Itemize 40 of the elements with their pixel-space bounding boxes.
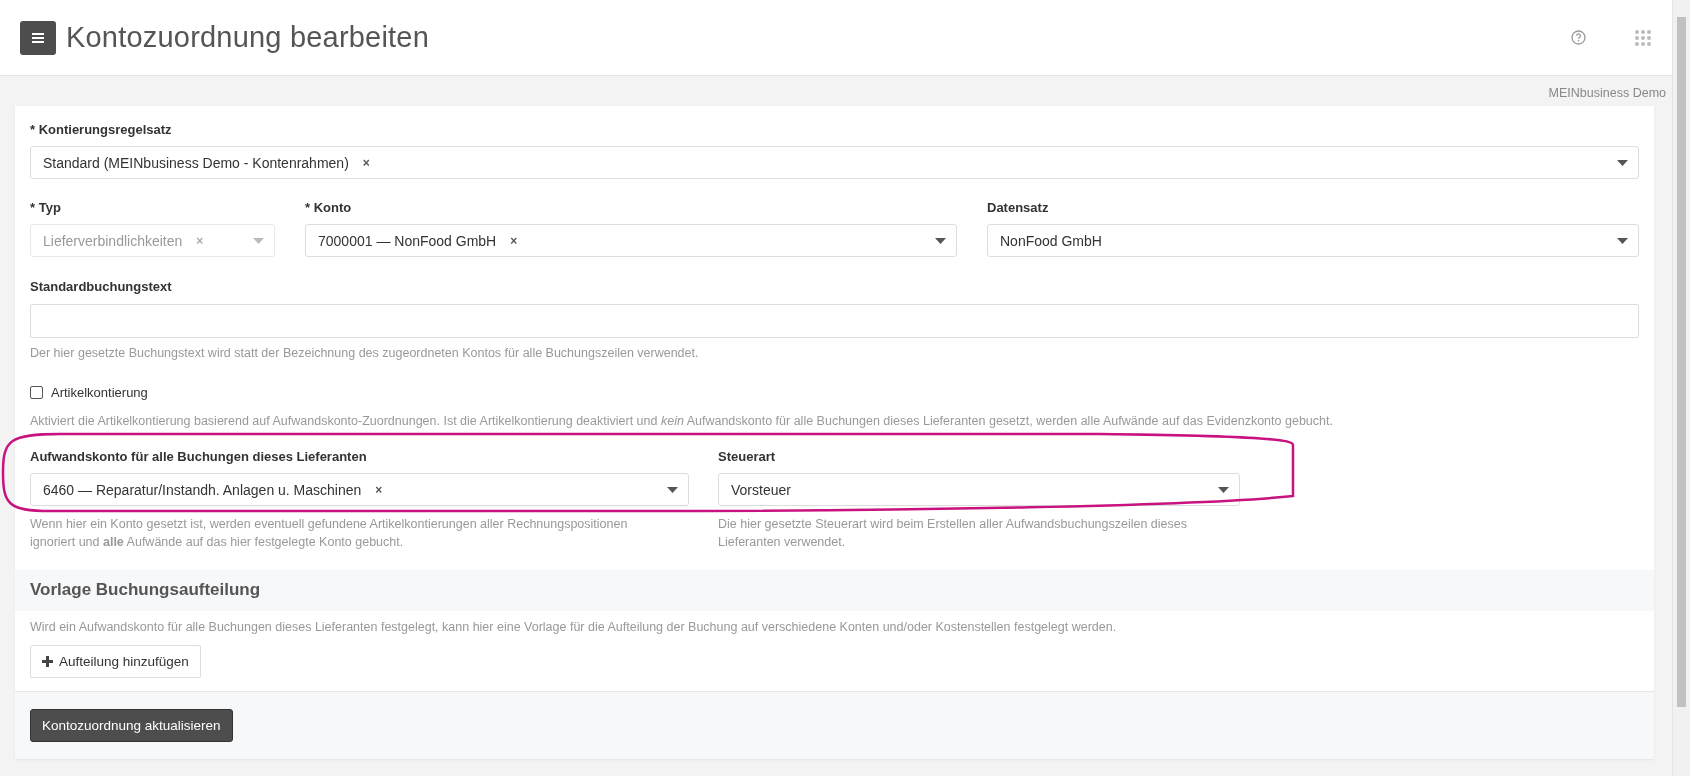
help-text: Die hier gesetzte Steuerart wird beim Erstellen aller Aufwandsbuchungszeilen dieses Lieferanten verwendet.	[718, 516, 1188, 551]
select-field[interactable]: 7000001 — NonFood GmbH ×	[305, 224, 957, 257]
field-label: * Kontierungsregelsatz	[30, 122, 173, 138]
select-field[interactable]: 6460 — Reparatur/Instandh. Anlagen u. Maschinen ×	[30, 473, 689, 506]
select-field[interactable]: NonFood GmbH	[987, 224, 1639, 257]
field-label: Standardbuchungstext	[30, 279, 173, 295]
caret-icon	[1617, 237, 1628, 244]
field-label: Steuerart	[718, 449, 777, 465]
company-name: MEINbusiness Demo	[1547, 85, 1667, 102]
help-text: Aktiviert die Artikelkontierung basierend auf Aufwandskonto-Zuordnungen. Ist die Artikelkontierung deaktiviert und kein Aufwandskonto für alle Buchungen dieses Lieferanten gesetzt, werden alle Aufwände auf das Evidenzkonto gebucht.	[30, 414, 1334, 428]
clear-button[interactable]: ×	[510, 233, 518, 248]
page-title: Kontozuordnung bearbeiten	[66, 21, 430, 54]
checkbox-label[interactable]: Artikelkontierung	[51, 385, 148, 400]
apps-grid-icon[interactable]	[1634, 28, 1652, 47]
caret-icon	[1218, 486, 1229, 493]
select-field[interactable]: Vorsteuer	[718, 473, 1240, 506]
input-field[interactable]	[30, 304, 1639, 338]
caret-icon	[667, 486, 678, 493]
add-split-button[interactable]: Aufteilung hinzufügen	[30, 645, 201, 678]
plus-icon	[42, 656, 53, 667]
section-title: Vorlage Buchungsaufteilung	[30, 580, 262, 600]
help-text: Der hier gesetzte Buchungstext wird statt der Bezeichnung des zugeordneten Kontos für alle Buchungszeilen verwendet.	[30, 346, 700, 360]
caret-icon	[935, 237, 946, 244]
select-field[interactable]: Standard (MEINbusiness Demo - Kontenrahmen) ×	[30, 146, 1639, 179]
menu-button[interactable]	[20, 20, 56, 55]
caret-icon	[253, 237, 264, 244]
field-label: Aufwandskonto für alle Buchungen dieses Lieferanten	[30, 449, 368, 465]
field-label: * Typ	[30, 200, 62, 216]
field-label: Datensatz	[987, 200, 1050, 216]
clear-button[interactable]: ×	[375, 482, 383, 497]
clear-button[interactable]: ×	[362, 155, 370, 170]
help-text: Wird ein Aufwandskonto für alle Buchungen dieses Lieferanten festgelegt, kann hier eine Vorlage für die Aufteilung der Buchung auf verschiedene Konten und/oder Kostenstellen festgelegt werden.	[30, 620, 1118, 634]
checkbox[interactable]	[30, 386, 43, 399]
field-label: * Konto	[305, 200, 353, 216]
scrollbar-thumb[interactable]	[1677, 17, 1686, 707]
help-text: Wenn hier ein Konto gesetzt ist, werden eventuell gefundene Artikelkontierungen aller Rechnungspositionen ignoriert und alle Aufwände auf das hier festgelegte Konto gebucht.	[30, 516, 629, 551]
help-icon[interactable]	[1571, 30, 1586, 45]
update-button[interactable]: Kontozuordnung aktualisieren	[30, 709, 233, 742]
caret-icon	[1617, 159, 1628, 166]
menu-icon	[32, 32, 44, 43]
